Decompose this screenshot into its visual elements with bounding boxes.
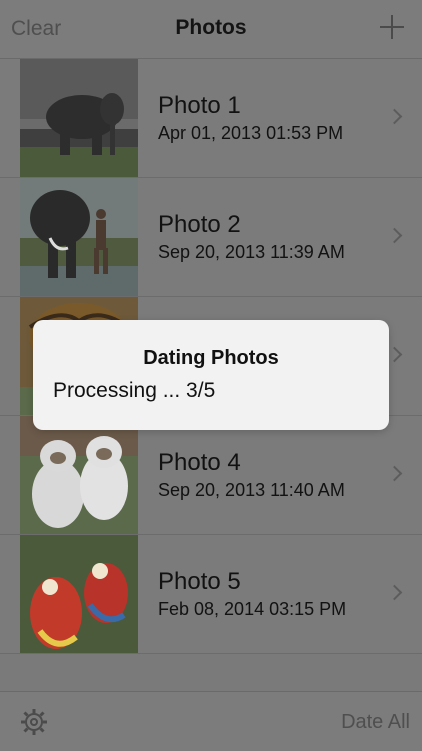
- chevron-right-icon: [386, 465, 403, 482]
- photo-title: Photo 2: [158, 211, 241, 238]
- list-item[interactable]: Photo 2 Sep 20, 2013 11:39 AM: [0, 178, 422, 297]
- navigation-bar: Clear Photos: [0, 0, 422, 59]
- photo-date: Sep 20, 2013 11:40 AM: [158, 480, 345, 500]
- photo-thumbnail: [20, 535, 138, 653]
- photo-thumbnail: [20, 59, 138, 177]
- photo-date: Sep 20, 2013 11:39 AM: [158, 242, 345, 262]
- list-item[interactable]: Photo 1 Apr 01, 2013 01:53 PM: [0, 59, 422, 178]
- chevron-right-icon: [386, 227, 403, 244]
- date-all-button[interactable]: Date All: [341, 711, 410, 734]
- photo-date: Apr 01, 2013 01:53 PM: [158, 123, 344, 143]
- list-item[interactable]: Photo 4 Sep 20, 2013 11:40 AM: [0, 416, 422, 535]
- gear-icon[interactable]: [20, 708, 48, 736]
- alert-message: Processing ... 3/5: [53, 379, 216, 402]
- photo-title: Photo 5: [158, 568, 241, 595]
- photo-thumbnail: [20, 416, 138, 534]
- bottom-toolbar: Date All: [0, 691, 422, 751]
- chevron-right-icon: [386, 346, 403, 363]
- photo-date: Feb 08, 2014 03:15 PM: [158, 599, 347, 619]
- alert-title: Dating Photos: [143, 347, 279, 369]
- photo-title: Photo 1: [158, 92, 241, 119]
- photo-title: Photo 4: [158, 449, 241, 476]
- processing-alert: Dating Photos Processing ... 3/5: [33, 320, 389, 430]
- list-item[interactable]: Photo 5 Feb 08, 2014 03:15 PM: [0, 535, 422, 654]
- chevron-right-icon: [386, 584, 403, 601]
- page-title: Photos: [175, 16, 247, 39]
- photo-thumbnail: [20, 178, 138, 296]
- plus-icon[interactable]: [380, 15, 404, 39]
- chevron-right-icon: [386, 108, 403, 125]
